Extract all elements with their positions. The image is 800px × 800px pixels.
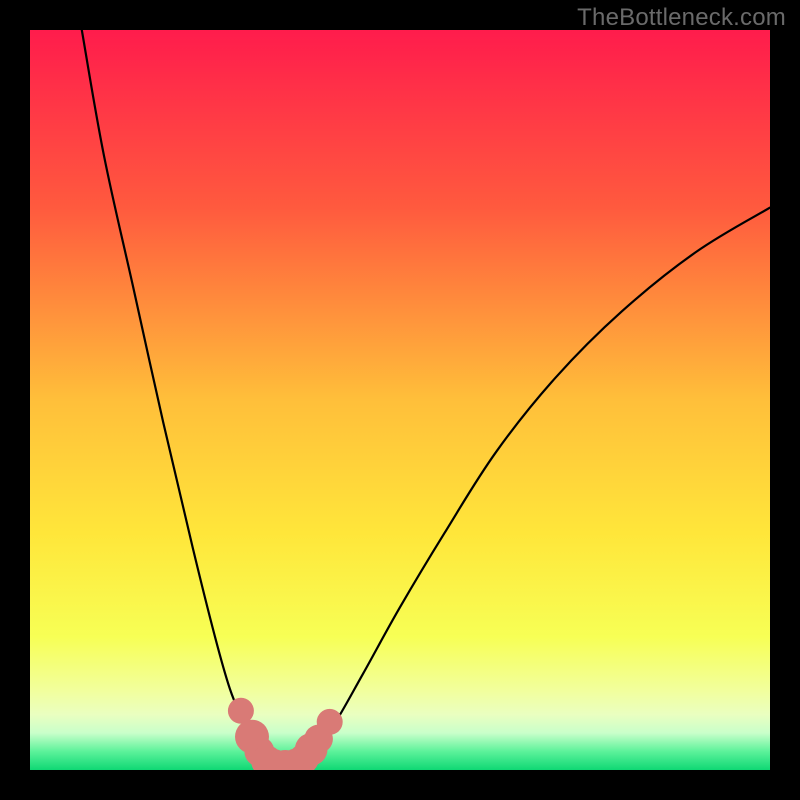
- chart-container: TheBottleneck.com: [0, 0, 800, 800]
- plot-area: [30, 30, 770, 770]
- watermark-text: TheBottleneck.com: [577, 4, 786, 32]
- marker-dot: [317, 709, 343, 735]
- gradient-plot: [30, 30, 770, 770]
- gradient-background: [30, 30, 770, 770]
